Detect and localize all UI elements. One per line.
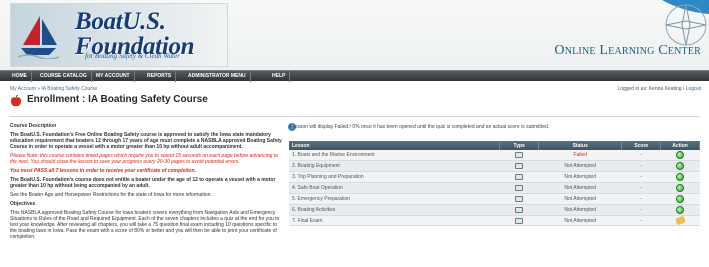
lesson-type-icon (515, 174, 524, 180)
main-navigation: HOME COURSE CATALOG MY ACCOUNT REPORTS A… (0, 70, 709, 82)
site-header: BoatU.S. Foundation for Boating Safety & … (0, 0, 709, 70)
nav-home[interactable]: HOME (8, 71, 32, 82)
launch-lesson-icon[interactable] (676, 173, 685, 181)
pass-requirement-note: You must PASS all 7 lessons in order to … (10, 168, 196, 174)
launch-lesson-icon[interactable] (676, 206, 685, 214)
lesson-type-icon (515, 217, 524, 224)
status-column-header: Status (538, 141, 623, 150)
lesson-title: 7. Final Exam (289, 215, 500, 226)
course-description-panel: Course Description The BoatU.S. Foundati… (10, 123, 282, 263)
objectives-text: This NASBLA approved Boating Safety Cour… (10, 210, 280, 240)
lesson-status: Not Attempted (538, 160, 622, 172)
lesson-status: Not Attempted (538, 215, 622, 226)
online-learning-center-title: Online Learning Center (554, 43, 701, 58)
nav-course-catalog[interactable]: COURSE CATALOG (36, 71, 92, 82)
nav-administrator-menu[interactable]: ADMINISTRATOR MENU (184, 71, 251, 82)
lesson-status: Failed (538, 150, 622, 161)
launch-lesson-icon[interactable] (676, 184, 685, 192)
lesson-notice: A lesson will display Failed / 0% once i… (289, 124, 550, 130)
breadcrumb[interactable]: My Account » IA Boating Safety Course (10, 86, 97, 92)
lesson-status: Not Attempted (538, 171, 622, 183)
table-row: 6. Boating Activities Not Attempted - (289, 204, 700, 216)
lesson-score: - (621, 215, 661, 226)
type-column-header: Type (499, 141, 540, 150)
lesson-status: Not Attempted (538, 204, 622, 216)
lesson-action-cell (660, 150, 700, 161)
lesson-score: - (621, 182, 661, 194)
table-row: 3. Trip Planning and Preparation Not Att… (289, 171, 700, 183)
lesson-title: 5. Emergency Preparation (289, 193, 500, 205)
lesson-type-icon (515, 152, 524, 158)
lesson-type-cell (499, 160, 539, 172)
lesson-title: 3. Trip Planning and Preparation (289, 171, 500, 183)
lesson-type-icon (515, 185, 524, 191)
table-row: 1. Boats and the Marine Environment Fail… (289, 150, 700, 161)
lesson-action-cell (660, 204, 700, 216)
lesson-status: Not Attempted (538, 193, 622, 205)
course-description-heading: Course Description (10, 123, 57, 129)
lesson-type-cell (499, 182, 539, 194)
apple-icon (11, 95, 21, 107)
launch-lesson-icon[interactable] (676, 151, 685, 159)
certificate-icon[interactable] (674, 215, 686, 226)
lesson-type-icon (515, 196, 524, 202)
horsepower-restrictions-link[interactable]: See the Boater Age and Horsepower Restri… (10, 192, 282, 198)
sailboat-icon (18, 16, 60, 59)
lesson-title: 1. Boats and the Marine Environment (289, 150, 500, 161)
lesson-action-cell (660, 215, 700, 226)
lesson-type-cell (499, 204, 539, 216)
action-column-header: Action (660, 141, 700, 150)
page-title: Enrollment : IA Boating Safety Course (27, 94, 208, 105)
lesson-score: - (621, 204, 661, 216)
lesson-type-icon (515, 163, 524, 169)
lesson-type-cell (499, 215, 539, 226)
lesson-type-cell (499, 193, 539, 205)
launch-lesson-icon[interactable] (676, 162, 685, 170)
lesson-score: - (621, 160, 661, 172)
nav-reports[interactable]: REPORTS (143, 71, 177, 82)
lesson-type-icon (515, 207, 524, 213)
table-row: 5. Emergency Preparation Not Attempted - (289, 193, 700, 205)
lesson-title: 2. Boating Equipment (289, 160, 500, 172)
launch-lesson-icon[interactable] (676, 195, 685, 203)
logout-link[interactable]: Logout (686, 86, 701, 92)
course-description-text: The BoatU.S. Foundation's Free Online Bo… (10, 132, 282, 150)
nav-help[interactable]: HELP (268, 71, 291, 82)
lesson-title: 6. Boating Activities (289, 204, 500, 216)
objectives-heading: Objectives (10, 201, 36, 207)
lesson-action-cell (660, 193, 700, 205)
timed-pages-note: Please Note: this course contains timed … (10, 153, 278, 165)
lesson-action-cell (660, 182, 700, 194)
nav-my-account[interactable]: MY ACCOUNT (92, 71, 135, 82)
score-column-header: Score (621, 141, 662, 150)
lessons-table: Lesson Type Status Score Action 1. Boats… (289, 141, 700, 226)
lesson-type-cell (499, 171, 539, 183)
logo-tagline: for Boating Safety & Clean Water (85, 52, 180, 60)
table-row: 7. Final Exam Not Attempted - (289, 215, 700, 226)
age-restriction-note: The BoatU.S. Foundation's course does no… (10, 177, 276, 189)
lesson-title: 4. Safe Boat Operation (289, 182, 500, 194)
table-row: 2. Boating Equipment Not Attempted - (289, 160, 700, 172)
lesson-action-cell (660, 160, 700, 172)
logged-in-status: Logged in as: Kenna Keating / Logout (617, 86, 701, 92)
lesson-type-cell (499, 150, 539, 161)
lesson-score: - (621, 171, 661, 183)
table-row: 4. Safe Boat Operation Not Attempted - (289, 182, 700, 194)
lesson-column-header: Lesson (289, 141, 501, 150)
divider (10, 116, 700, 117)
lesson-status: Not Attempted (538, 182, 622, 194)
lesson-action-cell (660, 171, 700, 183)
boatus-foundation-logo[interactable]: BoatU.S. Foundation for Boating Safety & … (10, 3, 228, 67)
lesson-score: - (621, 150, 661, 161)
lesson-score: - (621, 193, 661, 205)
